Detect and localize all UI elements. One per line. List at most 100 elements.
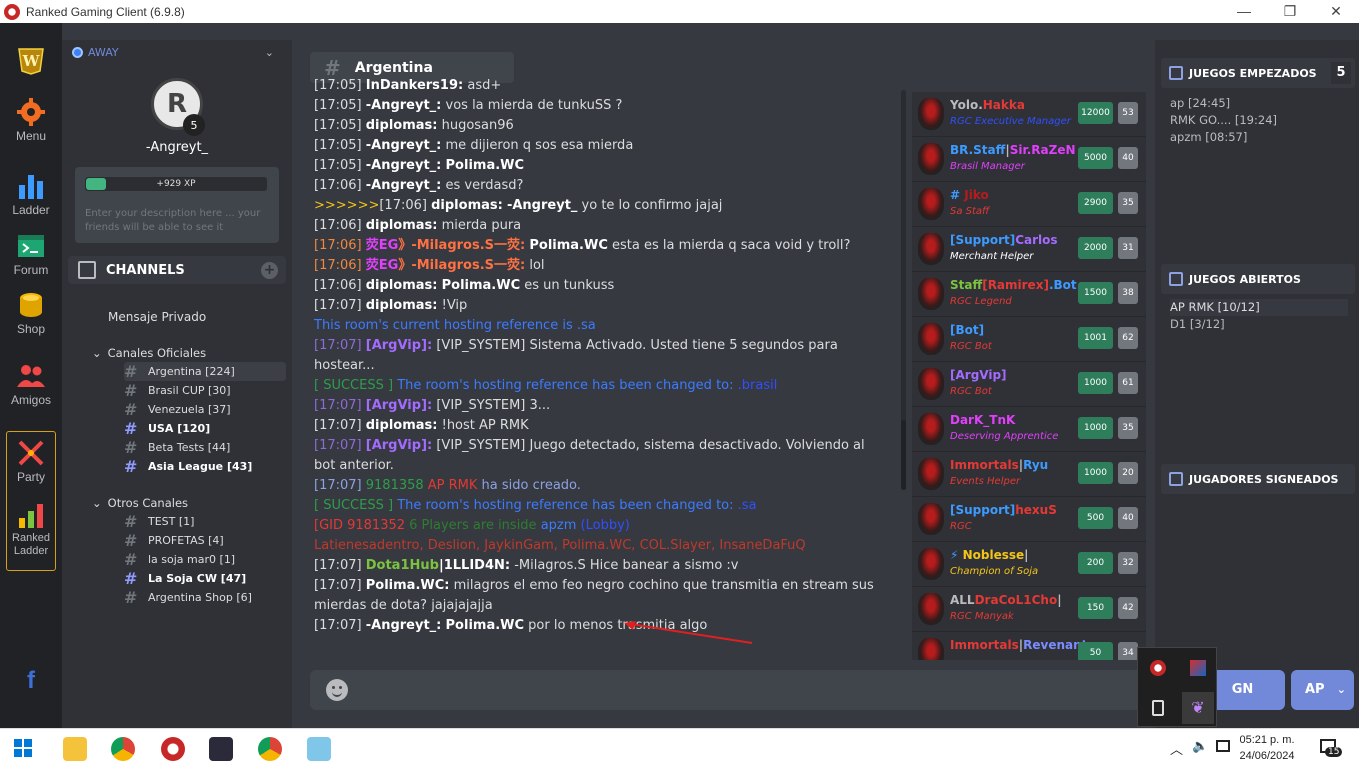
nav-party[interactable]: Party xyxy=(0,438,62,484)
category-other[interactable]: ⌄ Otros Canales xyxy=(92,496,188,510)
message-text: [17:07] xyxy=(314,478,366,493)
chat-scrollbar-thumb[interactable] xyxy=(901,420,906,490)
channel-item[interactable]: # Beta Tests [44] xyxy=(124,438,286,457)
notes-app-icon[interactable] xyxy=(307,737,331,761)
channel-item[interactable]: # Asia League [43] xyxy=(124,457,286,476)
private-message-item[interactable]: Mensaje Privado xyxy=(108,310,206,324)
user-row[interactable]: [Support]hexuS RGC 500 40 xyxy=(912,497,1146,542)
started-game-item[interactable]: RMK GO.... [19:24] xyxy=(1170,112,1277,129)
feather-tray-icon[interactable]: ❦ xyxy=(1182,692,1214,724)
message-author: diplomas: xyxy=(431,198,503,213)
channel-label: la soja mar0 [1] xyxy=(148,553,236,566)
user-row[interactable]: [ArgVip] RGC Bot 1000 61 xyxy=(912,362,1146,407)
chat-message: [17:06] diplomas: mierda pura xyxy=(314,216,889,236)
message-text: vos la mierda de tunkuSS ? xyxy=(441,98,623,113)
chat-message: [17:07] -Angreyt_: Polima.WC por lo meno… xyxy=(314,616,889,636)
user-row[interactable]: Staff[Ramirex].Bot RGC Legend 1500 38 xyxy=(912,272,1146,317)
channel-item[interactable]: # TEST [1] xyxy=(124,512,286,531)
enter-icon xyxy=(1169,272,1183,286)
user-list[interactable]: Yolo.Hakka RGC Executive Manager 12000 53 BR… xyxy=(912,92,1146,660)
rgc-taskbar-icon[interactable] xyxy=(161,737,185,761)
volume-icon[interactable]: 🔈 xyxy=(1192,739,1208,754)
warcraft-logo-icon[interactable]: W xyxy=(0,45,62,77)
system-clock[interactable]: 05:21 p. m. 24/06/2024 xyxy=(1232,732,1302,764)
status-selector[interactable]: AWAY ⌄ xyxy=(72,40,278,64)
nav-ladder[interactable]: Ladder xyxy=(0,171,62,217)
facebook-icon[interactable]: f xyxy=(0,667,62,695)
user-row[interactable]: Immortals|Revenant 50 34 xyxy=(912,632,1146,660)
user-avatar xyxy=(918,143,944,175)
chat-message: [17:07] Polima.WC: milagros el emo feo n… xyxy=(314,576,889,616)
rgc-tray-icon[interactable] xyxy=(1150,660,1166,676)
channel-item[interactable]: # Brasil CUP [30] xyxy=(124,381,286,400)
emoji-icon[interactable] xyxy=(326,679,348,701)
message-author: -Angreyt_: xyxy=(365,138,442,153)
user-avatar xyxy=(918,638,944,660)
user-title: Sa Staff xyxy=(950,206,990,217)
open-game-item[interactable]: D1 [3/12] xyxy=(1170,316,1348,333)
nav-shop[interactable]: Shop xyxy=(0,290,62,336)
channel-item[interactable]: # Venezuela [37] xyxy=(124,400,286,419)
ap-button[interactable]: AP ⌄ xyxy=(1291,670,1354,710)
description-field[interactable]: Enter your description here ... your fri… xyxy=(85,207,270,235)
user-row[interactable]: [Bot] RGC Bot 1001 62 xyxy=(912,317,1146,362)
chat-message: [17:05] -Angreyt_: Polima.WC xyxy=(314,156,889,176)
usb-tray-icon[interactable] xyxy=(1152,700,1164,716)
user-row[interactable]: Immortals|Ryu Events Helper 1000 20 xyxy=(912,452,1146,497)
user-title: RGC Executive Manager xyxy=(950,116,1071,127)
chat-input[interactable] xyxy=(310,670,1144,710)
user-avatar xyxy=(918,548,944,580)
open-game-item[interactable]: AP RMK [10/12] xyxy=(1170,299,1348,316)
channel-item[interactable]: # Argentina [224] xyxy=(124,362,286,381)
user-avatar xyxy=(918,593,944,625)
warcraft-taskbar-icon[interactable] xyxy=(209,737,233,761)
channel-item[interactable]: # Argentina Shop [6] xyxy=(124,588,286,607)
user-title: Events Helper xyxy=(950,476,1021,487)
network-icon[interactable] xyxy=(1216,740,1230,752)
user-row[interactable]: BR.Staff|Sir.RaZeN Brasil Manager 5000 40 xyxy=(912,137,1146,182)
channel-item[interactable]: # la soja mar0 [1] xyxy=(124,550,286,569)
message-text: lol xyxy=(525,258,545,273)
message-text: (Lobby) xyxy=(580,518,630,533)
file-explorer-icon[interactable] xyxy=(63,737,87,761)
add-channel-button[interactable]: + xyxy=(261,262,278,279)
chat-scrollbar[interactable] xyxy=(901,90,906,490)
started-game-item[interactable]: apzm [08:57] xyxy=(1170,129,1277,146)
channel-item[interactable]: # La Soja CW [47] xyxy=(124,569,286,588)
message-author: diplomas: xyxy=(365,298,438,313)
minimize-button[interactable]: — xyxy=(1221,0,1267,23)
user-name-part: Sir.RaZeN xyxy=(1009,143,1076,157)
user-name-part: Jiko xyxy=(964,188,989,202)
chrome-icon[interactable] xyxy=(111,737,135,761)
xp-bar: +929 XP xyxy=(85,177,267,191)
channel-item[interactable]: # PROFETAS [4] xyxy=(124,531,286,550)
user-row[interactable]: # Jiko Sa Staff 2900 35 xyxy=(912,182,1146,227)
message-text: [17:07] xyxy=(314,558,366,573)
started-game-item[interactable]: ap [24:45] xyxy=(1170,95,1277,112)
channel-item[interactable]: # USA [120] xyxy=(124,419,286,438)
chevron-up-icon[interactable]: ︿ xyxy=(1170,739,1183,758)
maximize-button[interactable]: ❐ xyxy=(1267,0,1313,23)
message-author: |1LLID4N: xyxy=(438,558,511,573)
user-name: [Support]hexuS xyxy=(950,503,1057,517)
category-official[interactable]: ⌄ Canales Oficiales xyxy=(92,346,206,360)
started-games-list: ap [24:45] RMK GO.... [19:24] apzm [08:57] xyxy=(1170,95,1277,146)
user-row[interactable]: [Support]Carlos Merchant Helper 2000 31 xyxy=(912,227,1146,272)
chrome-profile-icon[interactable] xyxy=(258,737,282,761)
nav-amigos[interactable]: Amigos xyxy=(0,361,62,407)
open-games-list: AP RMK [10/12] D1 [3/12] xyxy=(1170,299,1348,333)
nav-ranked-ladder[interactable]: Ranked Ladder xyxy=(0,500,62,558)
user-row[interactable]: ⚡ Noblesse| Champion of Soja 200 32 xyxy=(912,542,1146,587)
nav-forum[interactable]: Forum xyxy=(0,231,62,277)
user-row[interactable]: Yolo.Hakka RGC Executive Manager 12000 53 xyxy=(912,92,1146,137)
user-row[interactable]: DarK_TnK Deserving Apprentice 1000 35 xyxy=(912,407,1146,452)
open-games-header: JUEGOS ABIERTOS xyxy=(1161,264,1355,294)
nav-menu[interactable]: Menu xyxy=(0,97,62,143)
chat-message: [17:07] diplomas: !host AP RMK xyxy=(314,416,889,436)
user-row[interactable]: ALLDraCoL1Cho| RGC Manyak 150 42 xyxy=(912,587,1146,632)
message-list[interactable]: [17:05] InDankers19: asd+ [17:05] -Angrey… xyxy=(314,76,889,638)
game-tray-icon[interactable] xyxy=(1190,660,1206,676)
windows-start-icon[interactable] xyxy=(14,739,32,757)
started-games-count: 5 xyxy=(1331,62,1351,84)
close-button[interactable]: ✕ xyxy=(1313,0,1359,23)
